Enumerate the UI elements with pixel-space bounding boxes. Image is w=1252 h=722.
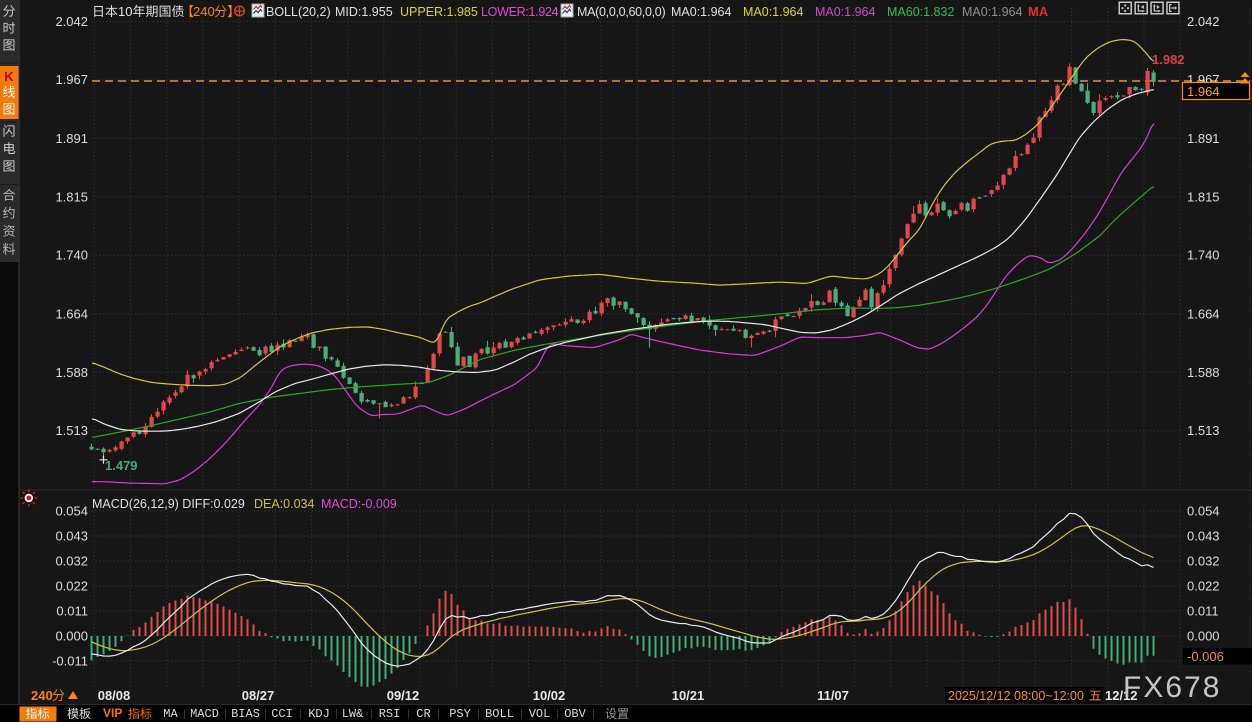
svg-text:KDJ: KDJ xyxy=(308,707,330,721)
svg-text:1.740: 1.740 xyxy=(55,248,88,263)
svg-text:1.513: 1.513 xyxy=(55,423,88,438)
svg-text:1.588: 1.588 xyxy=(55,365,88,380)
svg-text:1.967: 1.967 xyxy=(55,72,88,87)
svg-text:09/12: 09/12 xyxy=(387,688,420,703)
svg-text:MA0:1.964: MA0:1.964 xyxy=(671,5,732,19)
svg-text:CR: CR xyxy=(416,707,430,721)
svg-text:MA60:1.832: MA60:1.832 xyxy=(887,5,954,19)
svg-text:10/02: 10/02 xyxy=(533,688,566,703)
svg-text:MA0:1.964: MA0:1.964 xyxy=(815,5,876,19)
svg-text:LW&: LW& xyxy=(342,707,364,721)
svg-text:240: 240 xyxy=(193,4,215,19)
svg-text:0.011: 0.011 xyxy=(1187,604,1219,619)
svg-text:MACD(26,12,9) DIFF:0.029: MACD(26,12,9) DIFF:0.029 xyxy=(92,497,245,511)
svg-text:11/07: 11/07 xyxy=(817,688,849,703)
svg-text:2.042: 2.042 xyxy=(1187,14,1220,29)
svg-text:MID:1.955: MID:1.955 xyxy=(335,5,393,19)
svg-text:0.043: 0.043 xyxy=(1187,529,1220,544)
svg-text:0.022: 0.022 xyxy=(55,579,88,594)
svg-text:-0.011: -0.011 xyxy=(52,654,88,669)
svg-text:1.815: 1.815 xyxy=(1187,190,1220,205)
svg-text:MA: MA xyxy=(1028,4,1049,19)
svg-text:VIP: VIP xyxy=(103,706,122,720)
svg-text:240: 240 xyxy=(31,688,53,703)
svg-text:1.964: 1.964 xyxy=(1187,84,1220,99)
svg-text:-0.006: -0.006 xyxy=(1187,649,1224,664)
svg-text:MACD: MACD xyxy=(190,707,219,721)
svg-text:1.588: 1.588 xyxy=(1187,365,1220,380)
svg-text:08/08: 08/08 xyxy=(98,688,131,703)
svg-text:08/27: 08/27 xyxy=(242,688,275,703)
svg-text:MA(0,0,0,60,0,0): MA(0,0,0,60,0,0) xyxy=(577,5,665,19)
svg-text:10/21: 10/21 xyxy=(672,688,705,703)
svg-text:0.043: 0.043 xyxy=(55,529,88,544)
svg-text:0.011: 0.011 xyxy=(56,604,88,619)
svg-text:FX678: FX678 xyxy=(1123,671,1221,704)
svg-text:1.740: 1.740 xyxy=(1187,248,1220,263)
svg-text:1.815: 1.815 xyxy=(55,190,88,205)
svg-text:BOLL: BOLL xyxy=(485,707,514,721)
svg-text:1.664: 1.664 xyxy=(55,306,88,321)
svg-text:10: 10 xyxy=(118,4,132,19)
svg-text:PSY: PSY xyxy=(449,707,471,721)
svg-text:MACD:-0.009: MACD:-0.009 xyxy=(321,497,397,511)
svg-text:1.891: 1.891 xyxy=(55,131,88,146)
svg-text:2025/12/12 08:00~12:00: 2025/12/12 08:00~12:00 xyxy=(948,689,1084,703)
svg-text:1.891: 1.891 xyxy=(1187,131,1220,146)
svg-text:0.054: 0.054 xyxy=(55,504,88,519)
svg-text:K: K xyxy=(4,69,14,84)
svg-text:CCI: CCI xyxy=(271,707,293,721)
svg-text:0.032: 0.032 xyxy=(1187,554,1220,569)
svg-text:0.000: 0.000 xyxy=(1187,629,1220,644)
svg-text:BIAS: BIAS xyxy=(231,707,260,721)
svg-text:0.022: 0.022 xyxy=(1187,579,1220,594)
svg-text:MA0:1.964: MA0:1.964 xyxy=(962,5,1023,19)
svg-text:0.000: 0.000 xyxy=(55,629,88,644)
svg-text:1.479: 1.479 xyxy=(105,458,138,473)
svg-text:0.032: 0.032 xyxy=(55,554,88,569)
svg-text:VOL: VOL xyxy=(529,707,551,721)
svg-text:MA0:1.964: MA0:1.964 xyxy=(743,5,804,19)
svg-text:2.042: 2.042 xyxy=(55,14,88,29)
svg-text:OBV: OBV xyxy=(564,707,586,721)
svg-text:1.982: 1.982 xyxy=(1152,52,1185,67)
svg-text:MA: MA xyxy=(163,707,178,721)
svg-text:BOLL(20,2): BOLL(20,2) xyxy=(266,5,331,19)
svg-text:1.664: 1.664 xyxy=(1187,306,1220,321)
svg-text:RSI: RSI xyxy=(379,707,401,721)
svg-text:DEA:0.034: DEA:0.034 xyxy=(254,497,315,511)
svg-text:1.513: 1.513 xyxy=(1187,423,1220,438)
svg-text:UPPER:1.985: UPPER:1.985 xyxy=(400,5,478,19)
svg-text:LOWER:1.924: LOWER:1.924 xyxy=(481,5,559,19)
svg-text:0.054: 0.054 xyxy=(1187,504,1220,519)
